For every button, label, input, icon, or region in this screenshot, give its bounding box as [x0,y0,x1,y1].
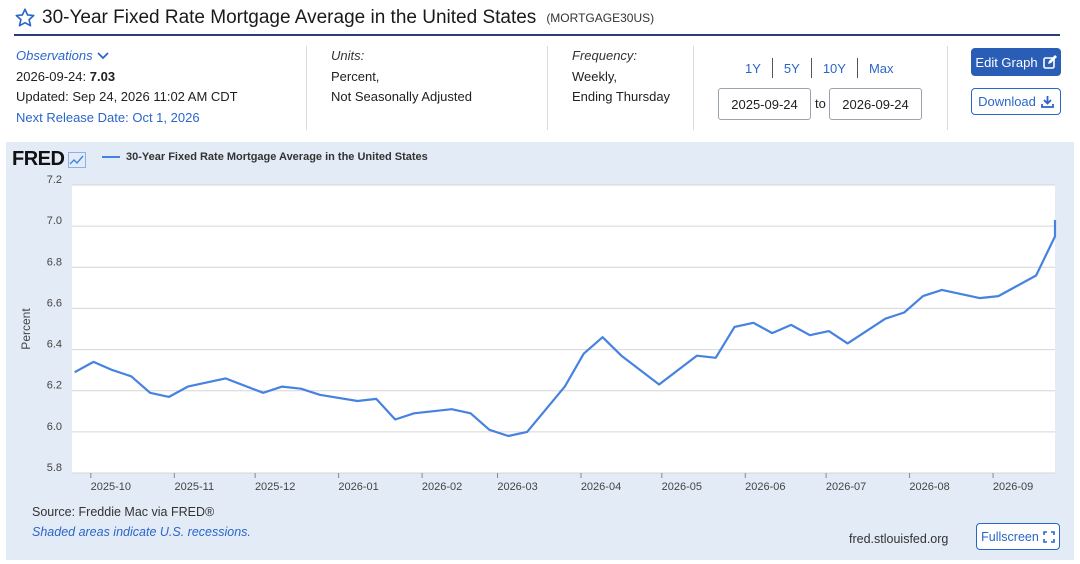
x-tick-label: 2026-08 [909,481,949,493]
y-tick-label: 6.0 [47,421,62,433]
x-tick-label: 2026-04 [581,481,621,493]
fullscreen-button[interactable]: Fullscreen [976,523,1060,550]
x-tick-label: 2025-11 [175,481,215,493]
y-tick-label: 6.2 [47,380,62,392]
y-tick-label: 6.8 [47,256,62,268]
line-chart[interactable]: 5.86.06.26.46.66.87.07.2 2025-10 2025-11 2… [0,0,1080,564]
recession-note[interactable]: Shaded areas indicate U.S. recessions. [32,525,251,539]
fullscreen-label: Fullscreen [981,529,1039,544]
y-tick-label: 7.0 [47,215,62,227]
x-axis-ticks: 2025-10 2025-11 2025-12 2026-01 2026-02 2026-… [90,473,1033,493]
y-axis-ticks: 5.8 6.0 6.2 6.4 6.6 6.8 7.0 7.2 [47,174,62,474]
plot-area [72,185,1055,473]
fullscreen-icon [1043,530,1055,543]
y-tick-label: 7.2 [47,174,62,186]
x-tick-label: 2026-02 [422,481,462,493]
y-tick-label: 6.4 [47,339,62,351]
x-tick-label: 2025-10 [91,481,131,493]
y-tick-label: 5.8 [47,462,62,474]
x-tick-label: 2026-06 [745,481,785,493]
x-tick-label: 2026-09 [993,481,1033,493]
x-tick-label: 2025-12 [255,481,295,493]
source-text: Source: Freddie Mac via FRED® [32,505,215,519]
x-tick-label: 2026-05 [662,481,702,493]
fred-url[interactable]: fred.stlouisfed.org [849,532,948,546]
y-tick-label: 6.6 [47,297,62,309]
x-tick-label: 2026-01 [338,481,378,493]
y-axis-label: Percent [19,308,33,350]
x-tick-label: 2026-03 [497,481,537,493]
x-tick-label: 2026-07 [826,481,866,493]
